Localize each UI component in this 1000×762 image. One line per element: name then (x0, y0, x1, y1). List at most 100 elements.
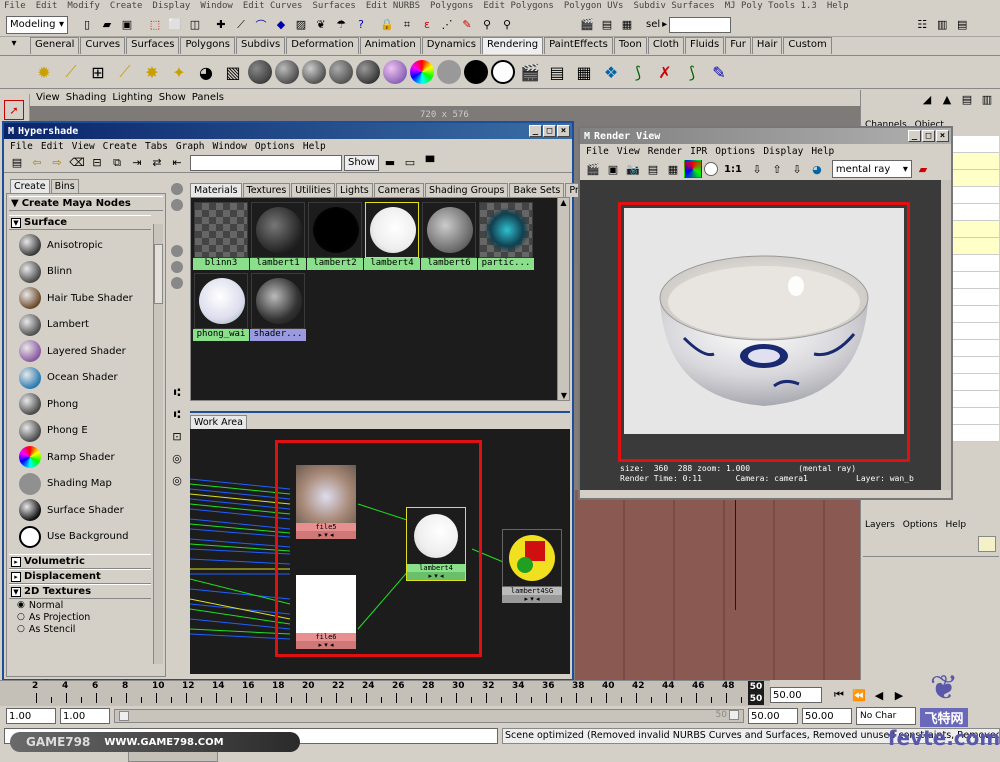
scroll-up-icon[interactable]: ▲ (558, 198, 569, 207)
close-button[interactable]: × (936, 130, 949, 142)
render-view-menu-item[interactable]: File (586, 146, 609, 157)
top-tabs-icon[interactable]: ▬ (381, 154, 399, 172)
main-menu-item[interactable]: Window (200, 0, 233, 13)
select-tool-icon[interactable]: ➚ (4, 100, 24, 120)
surface-node-item[interactable]: Hair Tube Shader (17, 285, 165, 312)
end-time-field[interactable]: 50.00 (802, 708, 852, 724)
material-swatch[interactable]: shader... (250, 273, 306, 343)
main-menu-item[interactable]: Modify (67, 0, 100, 13)
paint-brush-icon[interactable]: ✎ (707, 60, 731, 84)
main-menu-item[interactable]: Create (110, 0, 143, 13)
surface-node-item[interactable]: Phong (17, 391, 165, 418)
alpha-channel-icon[interactable] (704, 162, 718, 176)
forward-arrow-icon[interactable]: ⇨ (48, 154, 66, 172)
new-scene-icon[interactable]: ▯ (78, 16, 96, 34)
layout-icon[interactable]: ▥ (978, 90, 996, 108)
hypershade-menu-item[interactable]: Edit (41, 141, 64, 152)
create-bins-tab[interactable]: Bins (50, 179, 79, 193)
render-view-menu-item[interactable]: IPR (690, 146, 707, 157)
snapshot-icon[interactable]: 📷 (624, 160, 642, 178)
use-background-ball-icon[interactable] (491, 60, 515, 84)
expand-icon[interactable]: ▸ (11, 571, 21, 582)
hypershade-menu-item[interactable]: File (10, 141, 33, 152)
mask-handles-icon[interactable]: ✚ (212, 16, 230, 34)
blinn-ball-icon[interactable] (275, 60, 299, 84)
material-tab[interactable]: Textures (242, 183, 291, 197)
material-tab[interactable]: Bake Sets (509, 183, 565, 197)
main-menu-item[interactable]: Polygons (430, 0, 473, 13)
render-layer-icon[interactable]: ▧ (221, 60, 245, 84)
volume-light-icon[interactable]: ✸ (140, 60, 164, 84)
layers-icon[interactable]: ▲ (938, 90, 956, 108)
collapse-icon[interactable]: ▼ (11, 217, 21, 228)
shading-map-ball-icon[interactable] (437, 60, 461, 84)
input-connections-icon[interactable]: ⇥ (128, 154, 146, 172)
minimize-button[interactable]: _ (529, 125, 542, 137)
render-current-icon[interactable]: 🎬 (518, 60, 542, 84)
surface-node-item[interactable]: Use Background (17, 524, 165, 551)
hypershade-menu-item[interactable]: Window (213, 141, 247, 152)
main-menu-item[interactable]: Surfaces (312, 0, 355, 13)
texture-option[interactable]: ○ As Projection (17, 611, 165, 623)
time-slider[interactable]: 50 50 2 4 6 8 10 12 14 16 18 20 22 24 26 28 30 32 34 36 38 4… (0, 680, 770, 706)
output-connections-icon[interactable]: ⇤ (168, 154, 186, 172)
renderer-select[interactable]: mental ray ▾ (831, 160, 912, 178)
render-globals-icon[interactable]: ▰ (914, 160, 932, 178)
hypershade-menu-item[interactable]: View (72, 141, 95, 152)
new-layer-icon[interactable] (978, 536, 996, 552)
surface-node-item[interactable]: Anisotropic (17, 232, 165, 259)
layout-icon[interactable]: ▤ (958, 90, 976, 108)
shelf-tab[interactable]: Toon (613, 37, 647, 54)
shelf-tab[interactable]: Cloth (647, 37, 684, 54)
render-globals-icon[interactable]: ▦ (618, 16, 636, 34)
shelf-tab[interactable]: Curves (80, 37, 126, 54)
scroll-down-icon[interactable]: ▼ (558, 391, 570, 400)
material-swatch[interactable]: lambert2 (307, 202, 363, 272)
work-area-tab[interactable]: Work Area (190, 415, 247, 429)
search-input[interactable] (190, 154, 342, 171)
show-batch-icon[interactable]: ⟆ (680, 60, 704, 84)
back-arrow-icon[interactable]: ⇦ (28, 154, 46, 172)
rearrange-icon[interactable]: ⊟ (88, 154, 106, 172)
graph-icon[interactable]: ◎ (168, 471, 186, 489)
main-menu-item[interactable]: Subdiv Surfaces (633, 0, 714, 13)
sphere-swatch-icon[interactable] (171, 261, 183, 273)
material-tab[interactable]: Cameras (373, 183, 424, 197)
scrollbar[interactable] (153, 224, 163, 664)
ramp-ball-icon[interactable] (410, 60, 434, 84)
playback-start-field[interactable]: 1.00 (60, 708, 110, 724)
render-settings-icon[interactable]: ▦ (572, 60, 596, 84)
collapse-icon[interactable]: ▼ (11, 198, 19, 209)
layout-icon[interactable]: ◢ (918, 90, 936, 108)
save-scene-icon[interactable]: ▣ (118, 16, 136, 34)
graph-materials-icon[interactable]: ⧉ (108, 154, 126, 172)
zoom-ratio[interactable]: 1:1 (724, 164, 742, 175)
main-menu-item[interactable]: Display (152, 0, 190, 13)
radio-icon[interactable]: ◉ (17, 600, 25, 610)
render-view-menu-item[interactable]: Display (763, 146, 803, 157)
mask-dynamics-icon[interactable]: ❦ (312, 16, 330, 34)
material-swatch[interactable]: phong_wai (193, 273, 249, 343)
open-scene-icon[interactable]: ▰ (98, 16, 116, 34)
hypershade-menu-item[interactable]: Help (303, 141, 326, 152)
graph-icon[interactable]: ⊡ (168, 427, 186, 445)
layers-menu-item[interactable]: Layers (865, 520, 895, 530)
snap-point-icon[interactable]: ⋰ (438, 16, 456, 34)
material-swatch[interactable]: partic... (478, 202, 534, 272)
clear-graph-icon[interactable]: ⌫ (68, 154, 86, 172)
select-object-icon[interactable]: ⬜ (166, 16, 184, 34)
keep-image-icon[interactable]: ⇩ (748, 160, 766, 178)
sphere-swatch-icon[interactable] (171, 199, 183, 211)
current-frame-marker[interactable]: 50 50 (748, 681, 764, 705)
main-menu-item[interactable]: Edit Polygons (483, 0, 553, 13)
shelf-tab[interactable]: Fur (725, 37, 751, 54)
ipr-render-icon[interactable]: ▤ (644, 160, 662, 178)
render-view-menu-item[interactable]: Render (648, 146, 682, 157)
main-menu-item[interactable]: File (4, 0, 26, 13)
hypershade-menu-item[interactable]: Create (103, 141, 137, 152)
maximize-button[interactable]: □ (543, 125, 556, 137)
minimize-button[interactable]: _ (908, 130, 921, 142)
surface-node-item[interactable]: Lambert (17, 312, 165, 339)
material-tab[interactable]: Utilities (291, 183, 336, 197)
skip-start-icon[interactable]: ⏮ (830, 686, 848, 704)
